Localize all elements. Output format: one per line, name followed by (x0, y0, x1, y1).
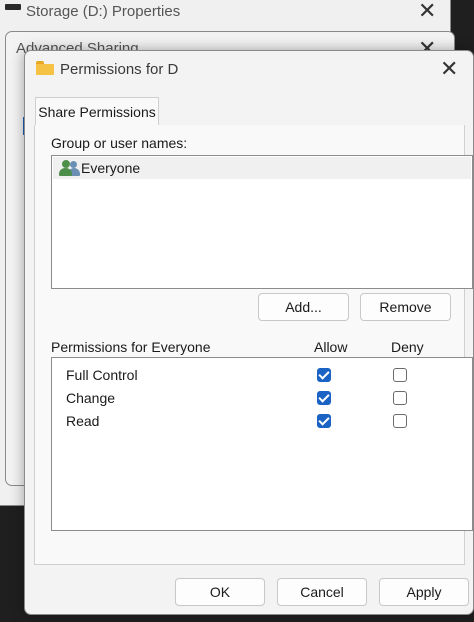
permissions-window: Permissions for D ✕ Share Permissions Gr… (24, 50, 474, 615)
users-icon (59, 160, 81, 176)
list-item-everyone[interactable]: Everyone (53, 157, 471, 179)
users-listbox[interactable]: Everyone (51, 155, 473, 289)
permission-full-control-label: Full Control (66, 367, 138, 383)
remove-button[interactable]: Remove (360, 293, 451, 321)
read-deny-checkbox[interactable] (393, 414, 407, 428)
change-allow-checkbox[interactable] (317, 391, 331, 405)
permissions-for-everyone-label: Permissions for Everyone (51, 339, 211, 355)
deny-column-header: Deny (391, 339, 424, 355)
full-control-deny-checkbox[interactable] (393, 368, 407, 382)
tab-share-permissions[interactable]: Share Permissions (35, 97, 159, 125)
permissions-window-title: Permissions for D (60, 61, 179, 78)
permissions-close-icon[interactable]: ✕ (440, 59, 458, 81)
ok-button[interactable]: OK (175, 578, 265, 606)
group-or-user-names-label: Group or user names: (51, 135, 188, 151)
permissions-listbox: Full Control Change Read (51, 357, 473, 531)
add-button[interactable]: Add... (258, 293, 349, 321)
full-control-allow-checkbox[interactable] (317, 368, 331, 382)
change-deny-checkbox[interactable] (393, 391, 407, 405)
properties-close-icon[interactable]: ✕ (418, 1, 436, 23)
allow-column-header: Allow (314, 339, 348, 355)
drive-icon (5, 4, 21, 10)
permission-change-label: Change (66, 390, 116, 406)
apply-button[interactable]: Apply (379, 578, 469, 606)
properties-window-title: Storage (D:) Properties (26, 3, 181, 20)
folder-icon (36, 61, 54, 75)
user-name: Everyone (81, 160, 141, 176)
read-allow-checkbox[interactable] (317, 414, 331, 428)
permission-read-label: Read (66, 413, 100, 429)
cancel-button[interactable]: Cancel (277, 578, 367, 606)
